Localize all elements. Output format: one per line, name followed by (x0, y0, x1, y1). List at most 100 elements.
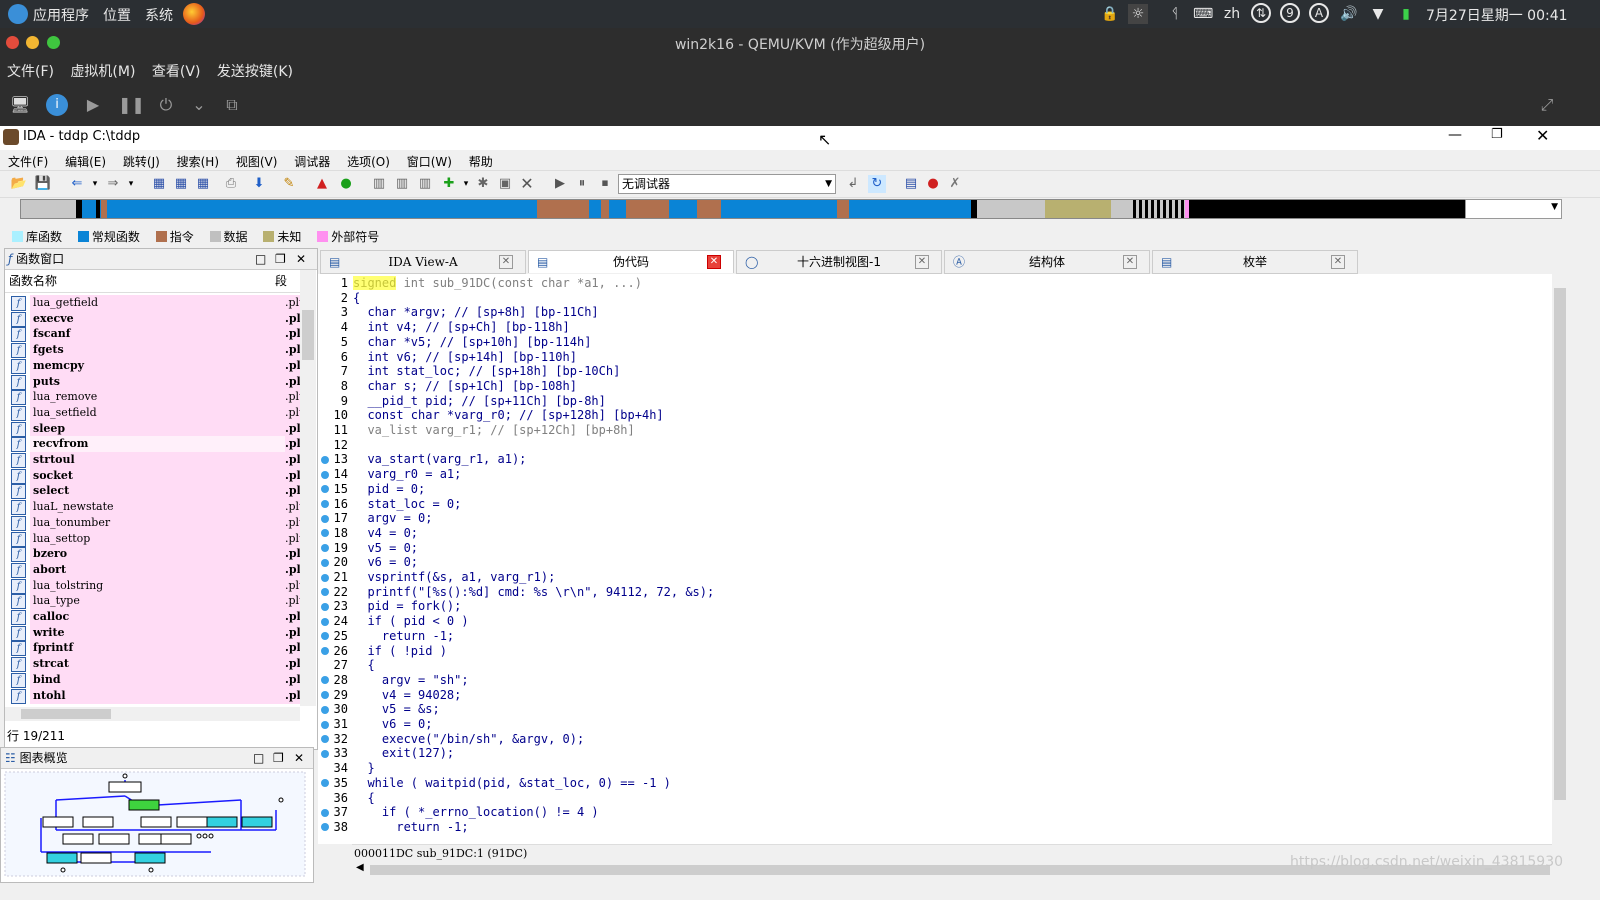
float-icon[interactable]: ❐ (275, 249, 286, 269)
function-row[interactable]: flua_tolstring.plt (9, 577, 301, 594)
breakpoint-dot-icon[interactable] (321, 720, 329, 729)
breakpoint-dot-icon[interactable] (321, 749, 329, 758)
print-icon[interactable]: ⎙ (222, 175, 240, 193)
breakpoint-dot-icon[interactable] (321, 558, 329, 567)
function-row[interactable]: f execve .pl (9, 310, 301, 327)
code-line[interactable]: va_start(varg_r1, a1); (353, 452, 526, 467)
breakpoints-list-icon[interactable]: ▤ (902, 175, 920, 193)
maximize-icon[interactable]: □ (255, 249, 266, 269)
distro-logo-icon[interactable] (8, 4, 28, 24)
code-line[interactable]: pid = fork(); (353, 599, 461, 614)
indicator-a[interactable]: A (1309, 3, 1329, 23)
breakpoint-dot-icon[interactable] (321, 617, 329, 626)
tab-pseudocode[interactable]: ▤ 伪代码 ✕ (528, 250, 734, 273)
step-icon[interactable]: ↲ (844, 175, 862, 193)
functions-horizontal-scrollbar[interactable] (5, 707, 300, 721)
column-function-name[interactable]: 函数名称 (9, 274, 57, 288)
close-icon[interactable]: ✕ (1536, 126, 1549, 145)
code-line[interactable]: v6 = 0; (353, 717, 433, 732)
code-line[interactable]: return -1; (353, 629, 454, 644)
function-row[interactable]: f abort .pl (9, 561, 301, 578)
close-tab-icon[interactable]: ✕ (915, 255, 929, 269)
code-line[interactable]: int stat_loc; // [sp+18h] [bp-10Ch] (353, 364, 620, 379)
open-folder-icon[interactable]: 📂 (10, 175, 28, 193)
forward-dropdown-icon[interactable]: ▾ (122, 175, 140, 193)
code-line[interactable]: stat_loc = 0; (353, 497, 461, 512)
code-line[interactable]: if ( *_errno_location() != 4 ) (353, 805, 599, 820)
refresh-icon[interactable]: ↻ (868, 175, 886, 193)
lock-icon[interactable]: 🔒 (1100, 4, 1120, 24)
delete-icon[interactable]: ✕ (518, 175, 536, 193)
debugger-select[interactable]: 无调试器 ▼ (618, 174, 836, 194)
tab-structures[interactable]: Ⓐ 结构体 ✕ (944, 250, 1150, 274)
breakpoint-add-icon[interactable]: ● (924, 175, 942, 193)
code-line[interactable]: return -1; (353, 820, 468, 835)
pause-icon[interactable]: ❚❚ (118, 94, 145, 116)
breakpoint-dot-icon[interactable] (321, 573, 329, 582)
fix-icon[interactable]: ✱ (474, 175, 492, 193)
code-line[interactable]: int v4; // [sp+Ch] [bp-118h] (353, 320, 569, 335)
function-row[interactable]: f memcpy .pl (9, 357, 301, 374)
qemu-menu-vm[interactable]: 虚拟机(M) (70, 64, 135, 80)
close-tab-icon[interactable]: ✕ (1123, 255, 1137, 269)
indicator-9[interactable]: 9 (1280, 3, 1300, 23)
float-icon[interactable]: ❐ (273, 748, 284, 768)
update-indicator-icon[interactable]: ⇅ (1251, 3, 1271, 23)
play-icon[interactable]: ▶ (82, 94, 104, 116)
wifi-icon[interactable]: ▼ (1368, 4, 1388, 24)
panel-menu-places[interactable]: 位置 (103, 5, 131, 25)
search-immediate-icon[interactable]: ▦ (194, 175, 212, 193)
restore-icon[interactable]: ❐ (1491, 127, 1503, 142)
breakpoint-dot-icon[interactable] (321, 647, 329, 655)
function-row[interactable]: f strcat .pl (9, 656, 301, 673)
code-line[interactable]: { (353, 658, 374, 673)
navigation-band[interactable] (20, 199, 1485, 219)
add-dropdown-icon[interactable]: ▾ (457, 175, 475, 193)
ida-menu-debugger[interactable]: 调试器 (294, 155, 330, 169)
code-line[interactable]: printf("[%s():%d] cmd: %s \r\n", 94112, … (353, 585, 714, 600)
code-line[interactable]: pid = 0; (353, 482, 425, 497)
keyboard-icon[interactable]: ⌨ (1193, 4, 1213, 24)
qemu-menu-sendkey[interactable]: 发送按键(K) (217, 64, 293, 80)
function-row[interactable]: f sleep .pl (9, 420, 301, 437)
function-row[interactable]: f recvfrom .pl (9, 436, 301, 453)
maximize-icon[interactable]: □ (253, 748, 264, 768)
scroll-left-icon[interactable]: ◀ (356, 862, 364, 873)
function-row[interactable]: flua_settop.plt (9, 530, 301, 547)
add-icon[interactable]: ✚ (440, 175, 458, 193)
ida-menu-view[interactable]: 视图(V) (236, 155, 278, 169)
panel-menu-applications[interactable]: 应用程序 (33, 5, 89, 25)
code-line[interactable]: exit(127); (353, 746, 454, 761)
function-row[interactable]: f bzero .pl (9, 546, 301, 563)
code-line[interactable]: char s; // [sp+1Ch] [bp-108h] (353, 379, 577, 394)
run-green-icon[interactable]: ● (337, 175, 355, 193)
forward-arrow-icon[interactable]: ⇒ (104, 175, 122, 193)
battery-icon[interactable]: ▮ (1396, 4, 1416, 24)
back-arrow-icon[interactable]: ⇐ (68, 175, 86, 193)
flow-chart-icon[interactable]: ▲ (313, 175, 331, 193)
qemu-menu-view[interactable]: 查看(V) (152, 64, 201, 80)
close-icon[interactable]: ✕ (296, 249, 306, 269)
edit-script-icon[interactable]: ✎ (280, 175, 298, 193)
tab-ida-view-a[interactable]: ▤ IDA View-A ✕ (320, 250, 526, 274)
breakpoint-dot-icon[interactable] (321, 455, 329, 464)
code-line[interactable]: execve("/bin/sh", &argv, 0); (353, 732, 584, 747)
code-line[interactable]: __pid_t pid; // [sp+11Ch] [bp-8h] (353, 394, 605, 409)
function-row[interactable]: f puts .pl (9, 373, 301, 390)
tab-hex-view[interactable]: ◯ 十六进制视图-1 ✕ (736, 250, 942, 274)
struct-icon[interactable]: ▥ (393, 175, 411, 193)
column-segment[interactable]: 段 (275, 270, 287, 292)
code-line[interactable]: char *argv; // [sp+8h] [bp-11Ch] (353, 305, 598, 320)
code-line[interactable]: v5 = 0; (353, 541, 418, 556)
search-text-icon[interactable]: ▦ (150, 175, 168, 193)
bluetooth-icon[interactable]: ᛩ (1165, 4, 1185, 24)
minimize-icon[interactable]: — (1448, 127, 1462, 143)
search-binary-icon[interactable]: ▦ (172, 175, 190, 193)
code-line[interactable]: v6 = 0; (353, 555, 418, 570)
code-line[interactable]: { (353, 791, 374, 806)
nav-band-zoom-select[interactable]: ▼ (1465, 199, 1562, 219)
close-tab-icon[interactable]: ✕ (499, 255, 513, 269)
code-line[interactable]: { (353, 291, 360, 306)
breakpoint-remove-icon[interactable]: ✗ (946, 175, 964, 193)
function-row[interactable]: f write .pl (9, 624, 301, 641)
